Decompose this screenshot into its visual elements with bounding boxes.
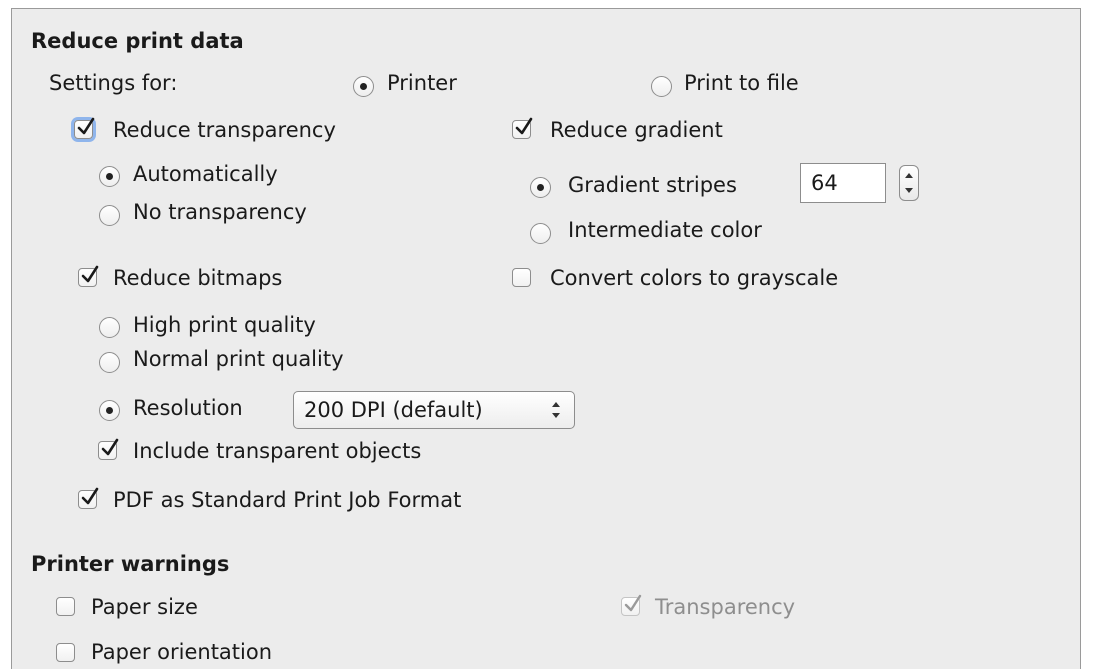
resolution-label[interactable]: Resolution bbox=[133, 395, 243, 421]
resolution-select[interactable]: 200 DPI (default) bbox=[293, 391, 575, 429]
include-transparent-objects-checkbox[interactable] bbox=[98, 438, 119, 460]
convert-grayscale-checkbox[interactable] bbox=[512, 268, 531, 287]
stepper-up-arrow-icon[interactable] bbox=[905, 173, 913, 178]
automatically-radio[interactable] bbox=[99, 166, 120, 187]
no-transparency-radio[interactable] bbox=[99, 205, 120, 226]
print-to-file-radio[interactable] bbox=[651, 76, 672, 97]
checkmark-icon bbox=[81, 265, 99, 283]
pdf-standard-label[interactable]: PDF as Standard Print Job Format bbox=[113, 487, 461, 513]
intermediate-color-radio[interactable] bbox=[530, 223, 551, 244]
gradient-stripes-stepper[interactable] bbox=[899, 165, 919, 201]
intermediate-color-label[interactable]: Intermediate color bbox=[568, 217, 762, 243]
printer-label[interactable]: Printer bbox=[387, 70, 457, 96]
automatically-label[interactable]: Automatically bbox=[133, 161, 278, 187]
resolution-radio[interactable] bbox=[99, 400, 120, 421]
reduce-print-data-heading: Reduce print data bbox=[31, 29, 244, 53]
high-print-quality-radio[interactable] bbox=[99, 317, 120, 338]
convert-grayscale-label[interactable]: Convert colors to grayscale bbox=[550, 265, 838, 291]
reduce-bitmaps-checkbox[interactable] bbox=[78, 265, 99, 287]
radio-selected-dot bbox=[360, 83, 367, 90]
normal-print-quality-radio[interactable] bbox=[99, 352, 120, 373]
radio-selected-dot bbox=[106, 173, 113, 180]
print-to-file-label[interactable]: Print to file bbox=[684, 70, 799, 96]
include-transparent-objects-label[interactable]: Include transparent objects bbox=[133, 438, 421, 464]
checkmark-icon bbox=[624, 594, 642, 612]
paper-size-label[interactable]: Paper size bbox=[91, 594, 198, 620]
transparency-warning-label: Transparency bbox=[655, 595, 796, 619]
printer-radio[interactable] bbox=[353, 76, 374, 97]
print-options-panel: Reduce print data Settings for: Printer … bbox=[11, 8, 1081, 669]
stepper-down-arrow-icon[interactable] bbox=[905, 188, 913, 193]
reduce-gradient-label[interactable]: Reduce gradient bbox=[550, 117, 723, 143]
radio-selected-dot bbox=[106, 407, 113, 414]
gradient-stripes-input[interactable]: 64 bbox=[800, 163, 886, 203]
checkmark-icon bbox=[515, 117, 533, 135]
high-print-quality-label[interactable]: High print quality bbox=[133, 312, 316, 338]
printer-warnings-heading: Printer warnings bbox=[31, 552, 230, 576]
checkmark-icon bbox=[77, 117, 95, 135]
reduce-gradient-checkbox[interactable] bbox=[512, 117, 533, 139]
reduce-bitmaps-label[interactable]: Reduce bitmaps bbox=[113, 265, 282, 291]
checkmark-icon bbox=[81, 487, 99, 505]
radio-selected-dot bbox=[537, 184, 544, 191]
transparency-warning-checkbox bbox=[621, 594, 642, 616]
paper-size-checkbox[interactable] bbox=[56, 597, 75, 616]
settings-for-label: Settings for: bbox=[49, 71, 178, 95]
paper-orientation-label[interactable]: Paper orientation bbox=[91, 639, 272, 665]
paper-orientation-checkbox[interactable] bbox=[56, 643, 75, 662]
normal-print-quality-label[interactable]: Normal print quality bbox=[133, 346, 344, 372]
reduce-transparency-label[interactable]: Reduce transparency bbox=[113, 117, 336, 143]
no-transparency-label[interactable]: No transparency bbox=[133, 199, 307, 225]
reduce-transparency-checkbox[interactable] bbox=[74, 117, 95, 139]
checkmark-icon bbox=[101, 438, 119, 456]
pdf-standard-checkbox[interactable] bbox=[78, 487, 99, 509]
gradient-stripes-radio[interactable] bbox=[530, 177, 551, 198]
select-arrows-icon bbox=[552, 402, 560, 418]
resolution-select-value: 200 DPI (default) bbox=[304, 398, 483, 422]
gradient-stripes-label[interactable]: Gradient stripes bbox=[568, 172, 737, 198]
